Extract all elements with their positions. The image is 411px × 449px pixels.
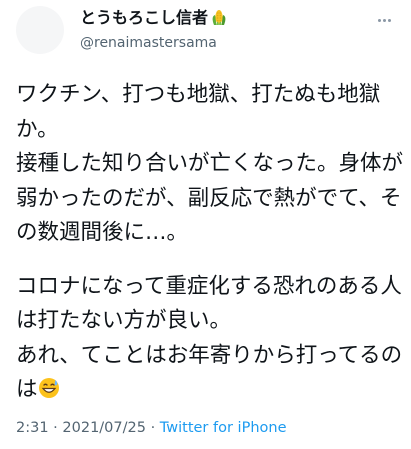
more-icon (377, 18, 381, 22)
avatar[interactable] (16, 6, 64, 54)
corn-icon (212, 10, 226, 25)
meta-separator: · (48, 420, 63, 436)
tweet-meta: 2:31 · 2021/07/25 · Twitter for iPhone (16, 418, 287, 438)
more-options-button[interactable] (372, 12, 396, 28)
tweet-time[interactable]: 2:31 (16, 420, 49, 436)
tweet: とうもろこし信者 @renaimastersama ワクチン、打つも地獄、打たぬ… (0, 0, 411, 449)
tweet-source-link[interactable]: Twitter for iPhone (160, 420, 287, 436)
meta-separator: · (145, 420, 160, 436)
author-display-name[interactable]: とうもろこし信者 (80, 8, 208, 28)
tweet-paragraph-last: コロナになって重症化する恐れのある人は打たない方が良い。 あれ、てことはお年寄り… (16, 270, 404, 408)
more-icon-dot (387, 18, 391, 22)
author-handle[interactable]: @renaimastersama (80, 34, 217, 52)
tweet-text: ワクチン、打つも地獄、打たぬも地獄か。 接種した知り合いが亡くなった。身体が弱か… (16, 78, 404, 408)
tweet-paragraph-text: コロナになって重症化する恐れのある人は打たない方が良い。 あれ、てことはお年寄り… (16, 273, 403, 403)
author-name-row[interactable]: とうもろこし信者 (80, 6, 228, 30)
grinning-sweat-icon (38, 378, 59, 398)
tweet-date[interactable]: 2021/07/25 (62, 420, 146, 436)
more-icon-dot (382, 18, 386, 22)
tweet-header: とうもろこし信者 @renaimastersama (0, 0, 411, 62)
tweet-paragraph: ワクチン、打つも地獄、打たぬも地獄か。 接種した知り合いが亡くなった。身体が弱か… (16, 82, 404, 245)
